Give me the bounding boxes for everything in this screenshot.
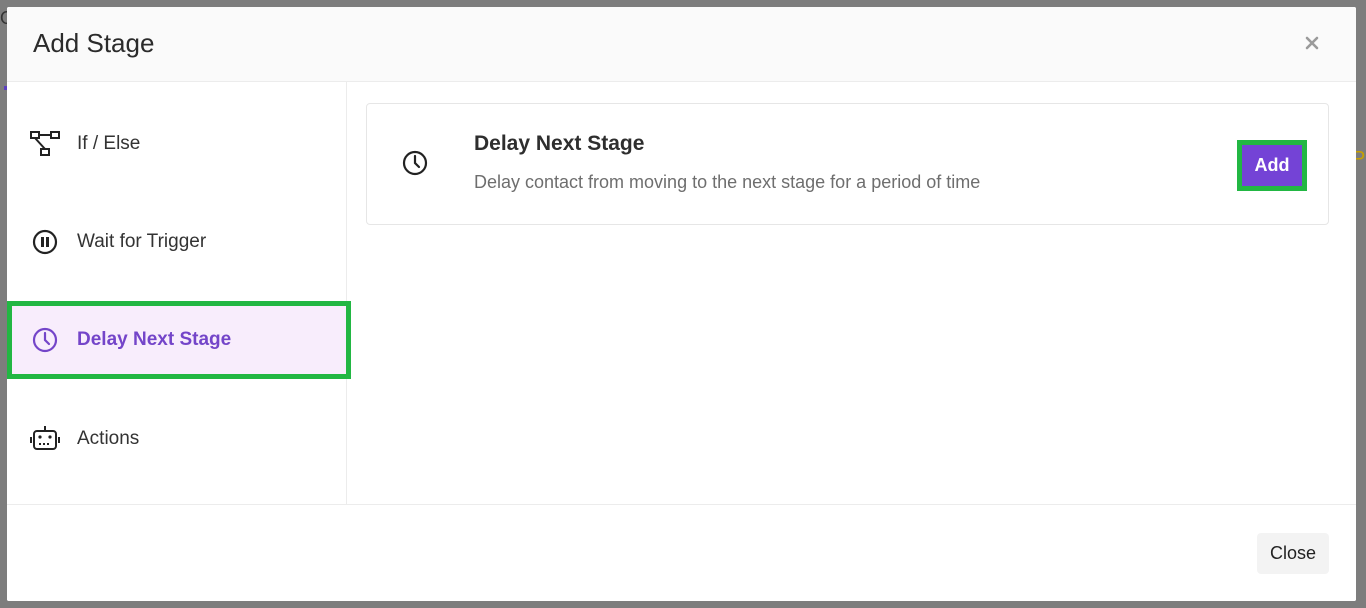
card-title: Delay Next Stage — [474, 132, 645, 155]
stage-option-card: Delay Next Stage Delay contact from movi… — [366, 103, 1329, 225]
sidebar-item-label: Actions — [77, 428, 140, 449]
clock-icon — [29, 324, 61, 356]
pause-circle-icon — [29, 226, 61, 258]
modal-footer: Close — [7, 504, 1356, 601]
sidebar-item-label: Wait for Trigger — [77, 231, 207, 252]
close-button[interactable]: Close — [1257, 533, 1329, 574]
sidebar-item-wait-for-trigger[interactable]: Wait for Trigger — [7, 203, 347, 281]
add-button[interactable]: Add — [1237, 140, 1307, 191]
sidebar-item-if-else[interactable]: If / Else — [7, 105, 347, 183]
add-stage-modal: Add Stage If / Else Wait for Trigger Del… — [7, 7, 1356, 601]
stage-type-sidebar: If / Else Wait for Trigger Delay Next St… — [7, 82, 351, 504]
sidebar-item-delay-next-stage[interactable]: Delay Next Stage — [7, 301, 351, 379]
add-button-label: Add — [1242, 145, 1302, 186]
clock-icon — [400, 148, 430, 178]
modal-body: If / Else Wait for Trigger Delay Next St… — [7, 82, 1356, 504]
sidebar-item-actions[interactable]: Actions — [7, 400, 347, 478]
branch-icon — [29, 128, 61, 160]
modal-header: Add Stage — [7, 7, 1356, 82]
modal-title: Add Stage — [33, 28, 155, 58]
sidebar-item-label: Delay Next Stage — [77, 329, 232, 350]
close-icon[interactable] — [1300, 31, 1324, 55]
sidebar-item-label: If / Else — [77, 133, 141, 154]
robot-icon — [29, 423, 61, 455]
stage-content-panel: Delay Next Stage Delay contact from movi… — [347, 82, 1356, 504]
card-description: Delay contact from moving to the next st… — [474, 172, 981, 192]
